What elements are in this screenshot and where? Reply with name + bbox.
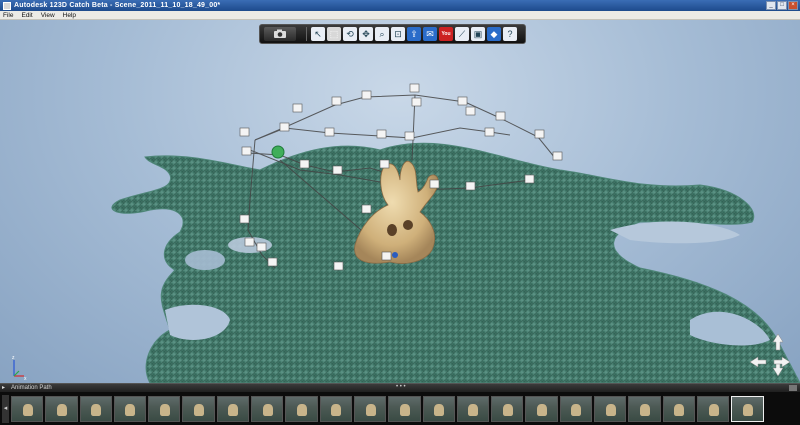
window-title: Autodesk 123D Catch Beta - Scene_2011_11… [14, 2, 221, 9]
orbit-icon[interactable]: ⟲ [343, 27, 357, 41]
animation-path-bar: ▸ Animation Path • • • [0, 383, 800, 392]
navigation-arrows-icon[interactable] [748, 332, 792, 380]
pin-icon[interactable]: ▣ [471, 27, 485, 41]
share-icon[interactable]: ⇪ [407, 27, 421, 41]
camera-icon [274, 29, 286, 38]
window-controls: _ □ × [766, 1, 798, 10]
3d-viewport[interactable]: z x [0, 20, 800, 383]
youtube-icon[interactable]: You [439, 27, 453, 41]
photo-filmstrip: ◂ [0, 392, 800, 425]
photo-thumbnail[interactable] [285, 395, 318, 422]
selected-camera-marker [271, 145, 285, 159]
photo-thumbnail[interactable] [216, 395, 250, 422]
measure-icon[interactable]: ⟋ [455, 27, 469, 41]
minimize-button[interactable]: _ [766, 1, 776, 10]
photo-thumbnail[interactable] [353, 395, 387, 422]
photo-thumbnail[interactable] [319, 395, 352, 422]
photo-thumbnail[interactable] [491, 395, 524, 422]
panel-toggle-icon[interactable] [789, 385, 797, 391]
photo-thumbnail[interactable] [456, 395, 490, 422]
export-icon[interactable]: ◆ [487, 27, 501, 41]
photo-thumbnail[interactable] [11, 395, 44, 422]
zoom-icon[interactable]: ⌕ [375, 27, 389, 41]
help-icon[interactable]: ? [503, 27, 517, 41]
filmstrip-left-arrow[interactable]: ◂ [2, 394, 9, 423]
photo-thumbnail[interactable] [525, 395, 558, 422]
svg-text:x: x [24, 376, 27, 382]
photo-thumbnail[interactable] [559, 395, 593, 422]
axis-indicator-icon: z x [12, 355, 27, 382]
expand-arrow-icon[interactable]: ▸ [2, 385, 8, 391]
camera-button[interactable] [264, 27, 296, 41]
photo-thumbnail[interactable] [79, 395, 112, 422]
menu-view[interactable]: View [41, 12, 55, 19]
photo-thumbnail[interactable] [113, 395, 147, 422]
maximize-button[interactable]: □ [777, 1, 787, 10]
select-icon[interactable]: ↖ [311, 27, 325, 41]
email-icon[interactable]: ✉ [423, 27, 437, 41]
title-bar: Autodesk 123D Catch Beta - Scene_2011_11… [0, 0, 800, 11]
close-button[interactable]: × [788, 1, 798, 10]
photo-thumbnail[interactable] [182, 395, 215, 422]
photo-thumbnail[interactable] [594, 395, 627, 422]
menu-file[interactable]: File [3, 12, 13, 19]
photo-thumbnail[interactable] [696, 395, 730, 422]
photo-thumbnail[interactable] [388, 395, 421, 422]
resize-handle[interactable]: • • • [396, 384, 406, 390]
photo-thumbnail[interactable] [422, 395, 455, 422]
menu-bar: File Edit View Help [0, 11, 800, 20]
photo-thumbnail[interactable] [628, 395, 661, 422]
photo-thumbnail[interactable] [45, 395, 78, 422]
toolbar-tools: ↖ ⬚ ⟲ ✥ ⌕ ⊡ ⇪ ✉ You ⟋ ▣ ◆? [311, 27, 517, 41]
photo-thumbnail[interactable] [251, 395, 284, 422]
pan-icon[interactable]: ✥ [359, 27, 373, 41]
menu-help[interactable]: Help [63, 12, 76, 19]
app-icon [3, 1, 11, 10]
select-region-icon[interactable]: ⬚ [327, 27, 341, 41]
photo-thumbnail[interactable] [662, 395, 695, 422]
animation-path-label: Animation Path [11, 385, 52, 391]
fit-icon[interactable]: ⊡ [391, 27, 405, 41]
photo-thumbnail[interactable] [731, 395, 764, 422]
scene-render [111, 83, 800, 383]
menu-edit[interactable]: Edit [21, 12, 32, 19]
main-toolbar: ↖ ⬚ ⟲ ✥ ⌕ ⊡ ⇪ ✉ You ⟋ ▣ ◆? [259, 24, 526, 44]
photo-thumbnail[interactable] [148, 395, 181, 422]
thumbnail-list [11, 395, 764, 422]
toolbar-separator [306, 27, 307, 41]
